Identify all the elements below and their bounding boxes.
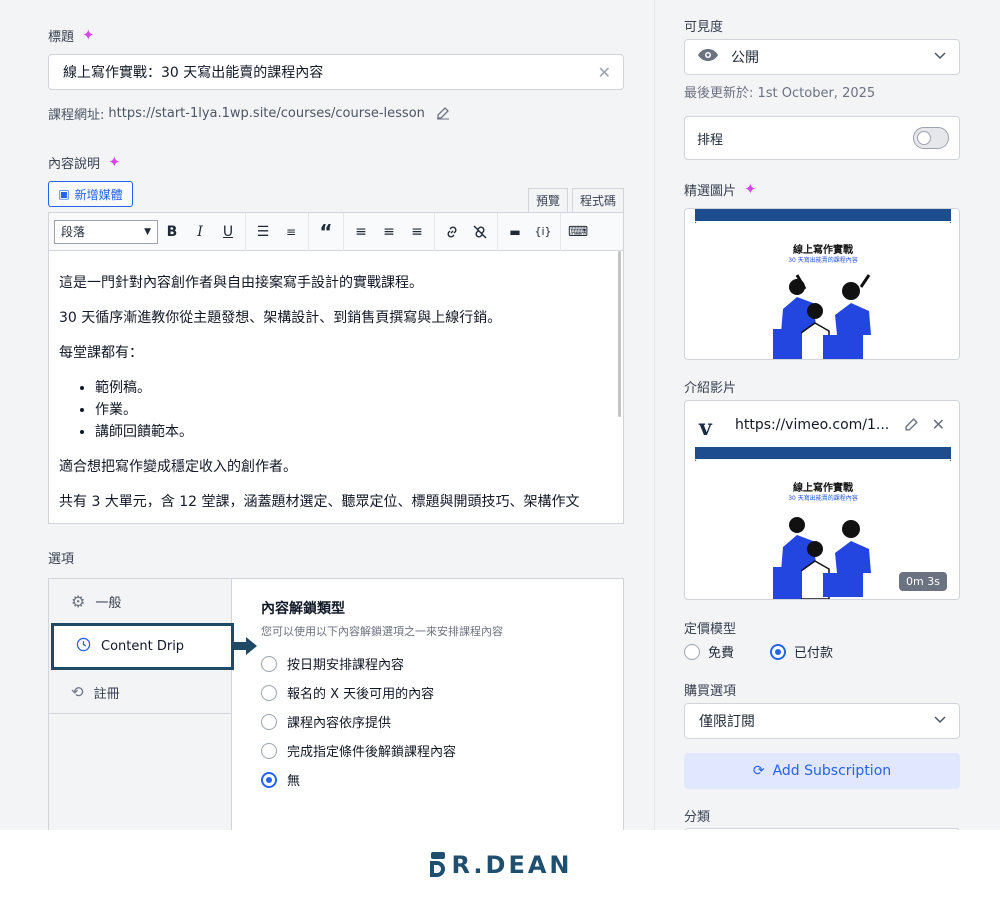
pricing-options: 免費 已付款 [684, 642, 833, 661]
tab-preview[interactable]: 預覽 [528, 188, 568, 212]
arrow-right-icon [234, 637, 257, 655]
bullet-list-icon[interactable]: ☰ [249, 218, 277, 246]
category-label: 分類 [684, 810, 711, 825]
visibility-label: 可見度 [684, 20, 724, 35]
read-more-icon[interactable]: ▬ [501, 218, 529, 246]
editor-content[interactable]: 這是一門針對內容創作者與自由接案寫手設計的實戰課程。 30 天循序漸進教你從主題… [49, 251, 623, 521]
visibility-select[interactable]: 公開 [684, 39, 960, 75]
tab-general[interactable]: ⚙ 一般 [49, 579, 232, 623]
video-url[interactable]: https://vimeo.com/1... [735, 417, 889, 433]
subscription-icon: ⟳ [752, 763, 765, 779]
drip-option-after-enroll[interactable]: 報名的 X 天後可用的內容 [261, 678, 561, 707]
numbered-list-icon[interactable]: ≡ [277, 218, 305, 246]
eye-icon [697, 48, 719, 66]
main-column: 標題 ✦ 線上寫作實戰：30 天寫出能賣的課程內容 ✕ 課程網址: https:… [0, 0, 654, 830]
ai-sparkle-icon[interactable]: ✦ [744, 182, 757, 197]
bold-icon[interactable]: B [158, 218, 186, 246]
add-subscription-button[interactable]: ⟳ Add Subscription [684, 753, 960, 789]
people-illustration [773, 517, 871, 599]
align-center-icon[interactable]: ≡ [375, 218, 403, 246]
clear-icon[interactable]: ✕ [598, 63, 611, 82]
video-duration-badge: 0m 3s [899, 572, 947, 591]
format-select[interactable]: 段落 ▼ [54, 219, 158, 244]
purchase-label: 購買選項 [684, 684, 737, 699]
settings-sidebar: 可見度 公開 最後更新於: 1st October, 2025 排程 精選圖片 … [654, 0, 1000, 830]
drip-options: 按日期安排課程內容 報名的 X 天後可用的內容 課程內容依序提供 完成指定條件後… [261, 649, 561, 794]
options-label: 選項 [48, 552, 75, 567]
shortcode-icon[interactable]: {i} [529, 218, 557, 246]
options-tabs: ⚙ 一般 Content Drip ⟲ 註冊 [49, 579, 234, 830]
drip-option-by-date[interactable]: 按日期安排課程內容 [261, 649, 561, 678]
editor-scrollbar[interactable] [618, 251, 621, 417]
edit-icon[interactable] [904, 417, 919, 436]
featured-image[interactable]: 線上寫作實戰 30 天寫出能賣的課程內容 [684, 208, 960, 360]
featured-image-label: 精選圖片 ✦ [684, 180, 757, 200]
course-url: 課程網址: https://start-1lya.1wp.site/course… [48, 103, 453, 123]
tab-content-drip[interactable]: Content Drip [51, 623, 234, 670]
bullet-list: 範例稿。 作業。 講師回饋範本。 [95, 378, 613, 443]
keyboard-icon[interactable]: ⌨ [564, 218, 592, 246]
align-right-icon[interactable]: ≡ [403, 218, 431, 246]
refresh-icon: ⟲ [71, 683, 84, 701]
drip-subtitle: 您可以使用以下內容解鎖選項之一來安排課程內容 [261, 625, 503, 638]
schedule-row: 排程 [684, 116, 960, 160]
quote-icon[interactable]: “ [312, 218, 340, 246]
gear-icon: ⚙ [71, 591, 86, 611]
chevron-down-icon [933, 48, 947, 66]
italic-icon[interactable]: I [186, 218, 214, 246]
tab-registration[interactable]: ⟲ 註冊 [49, 670, 232, 714]
intro-video-card: v https://vimeo.com/1... ✕ 線上寫作實戰 30 天寫出… [684, 400, 960, 600]
pricing-free-radio[interactable] [684, 643, 700, 660]
dr-dean-logo-icon [430, 852, 446, 877]
tab-code[interactable]: 程式碼 [572, 188, 624, 212]
close-icon[interactable]: ✕ [932, 415, 945, 434]
vimeo-icon: v [699, 415, 712, 441]
schedule-toggle[interactable] [913, 127, 949, 149]
caret-down-icon: ▼ [144, 226, 151, 237]
align-left-icon[interactable]: ≡ [347, 218, 375, 246]
unlink-icon[interactable] [466, 218, 494, 246]
pricing-label: 定價模型 [684, 622, 737, 637]
edit-icon[interactable] [433, 103, 453, 123]
link-icon[interactable] [438, 218, 466, 246]
people-illustration [773, 274, 871, 359]
media-icon: ▣ [58, 187, 70, 201]
title-label: 標題 ✦ [48, 26, 95, 46]
course-url-link[interactable]: https://start-1lya.1wp.site/courses/cour… [108, 106, 425, 121]
intro-video-label: 介紹影片 [684, 381, 737, 396]
title-input[interactable]: 線上寫作實戰：30 天寫出能賣的課程內容 ✕ [48, 54, 624, 90]
last-updated: 最後更新於: 1st October, 2025 [684, 86, 876, 101]
drip-title: 內容解鎖類型 [261, 601, 345, 617]
clock-icon [76, 637, 91, 656]
add-media-button[interactable]: ▣ 新增媒體 [48, 181, 133, 207]
description-label: 內容說明 ✦ [48, 153, 121, 173]
ai-sparkle-icon[interactable]: ✦ [82, 28, 95, 43]
video-thumbnail[interactable]: 線上寫作實戰 30 天寫出能賣的課程內容 0m 3s [695, 447, 951, 599]
drip-option-none[interactable]: 無 [261, 765, 561, 794]
underline-icon[interactable]: U [214, 218, 242, 246]
drip-option-prerequisite[interactable]: 完成指定條件後解鎖課程內容 [261, 736, 561, 765]
chevron-down-icon [933, 712, 947, 730]
pricing-paid-radio[interactable] [770, 643, 787, 660]
course-editor: 標題 ✦ 線上寫作實戰：30 天寫出能賣的課程內容 ✕ 課程網址: https:… [0, 0, 1000, 830]
footer-logo: R.DEAN [0, 830, 1000, 900]
drip-option-sequential[interactable]: 課程內容依序提供 [261, 707, 561, 736]
rich-text-editor[interactable]: 段落 ▼ B I U ☰ ≡ “ ≡ ≡ ≡ ▬ {i} ⌨ 這是一門針對內容創… [48, 212, 624, 524]
options-panel: ⚙ 一般 Content Drip ⟲ 註冊 內容解鎖類型 您可以使用以下內容解… [48, 578, 624, 830]
purchase-select[interactable]: 僅限訂閱 [684, 703, 960, 739]
ai-sparkle-icon[interactable]: ✦ [108, 155, 121, 170]
editor-toolbar: 段落 ▼ B I U ☰ ≡ “ ≡ ≡ ≡ ▬ {i} ⌨ [49, 212, 623, 251]
